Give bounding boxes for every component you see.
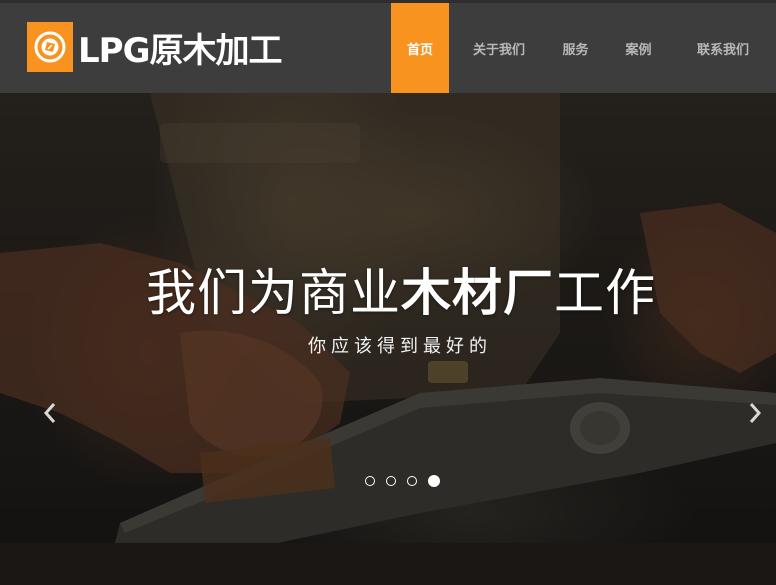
slider-next-button[interactable] [743,399,767,427]
chevron-left-icon [43,403,56,423]
slider-prev-button[interactable] [38,399,62,427]
nav-item-about[interactable]: 关于我们 [454,3,544,93]
nav-item-contact[interactable]: 联系我们 [670,3,776,93]
slider-dot-3[interactable] [407,476,417,486]
slider-dot-1[interactable] [365,476,375,486]
logo-link[interactable]: LPG原木加工 [27,22,282,72]
chevron-right-icon [749,403,762,423]
hero-title: 我们为商业木材厂工作 [0,253,776,325]
hero-title-part3: 工作 [554,264,656,322]
slider-pagination [365,475,451,487]
hero-title-part1: 我们为商业 [146,264,401,322]
hero-subtitle: 你应该得到最好的 [308,336,492,357]
brand-name: LPG原木加工 [78,30,282,71]
main-nav: 首页 关于我们 服务 案例 联系我们 [391,3,776,93]
site-header: LPG原木加工 首页 关于我们 服务 案例 联系我们 [0,0,776,93]
nav-item-home[interactable]: 首页 [391,3,449,93]
nav-item-services[interactable]: 服务 [544,3,607,93]
hero-slider: 我们为商业木材厂工作 你应该得到最好的 [0,93,776,585]
slider-dot-2[interactable] [386,476,396,486]
hero-title-highlight: 木材厂 [401,264,554,322]
nav-item-cases[interactable]: 案例 [607,3,670,93]
slider-dot-4[interactable] [428,475,440,487]
compass-icon [27,22,73,72]
